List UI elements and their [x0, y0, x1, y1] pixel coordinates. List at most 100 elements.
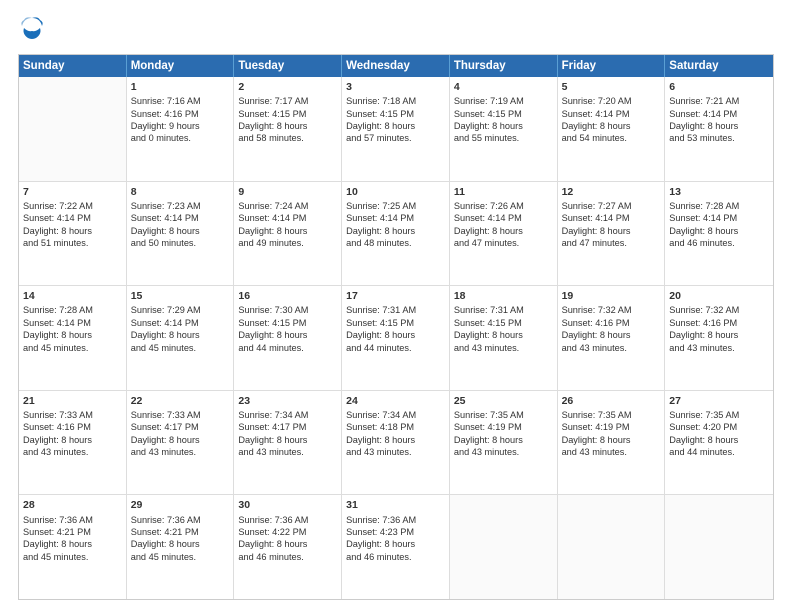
cell-date-number: 1 — [131, 80, 230, 94]
cell-info-line: Daylight: 8 hours — [131, 329, 230, 341]
cell-info-line: and 45 minutes. — [23, 342, 122, 354]
cell-info-line: Sunrise: 7:34 AM — [346, 409, 445, 421]
cell-info-line: Sunrise: 7:25 AM — [346, 200, 445, 212]
cell-info-line: and 43 minutes. — [562, 342, 661, 354]
cell-info-line: Sunset: 4:15 PM — [346, 317, 445, 329]
cell-info-line: Daylight: 8 hours — [454, 120, 553, 132]
cell-info-line: and 43 minutes. — [131, 446, 230, 458]
cell-info-line: Daylight: 8 hours — [669, 329, 769, 341]
cell-info-line: Sunrise: 7:28 AM — [23, 304, 122, 316]
calendar: SundayMondayTuesdayWednesdayThursdayFrid… — [18, 54, 774, 600]
cell-info-line: Daylight: 8 hours — [238, 329, 337, 341]
cell-date-number: 26 — [562, 394, 661, 408]
cell-info-line: Daylight: 8 hours — [669, 120, 769, 132]
cell-date-number: 11 — [454, 185, 553, 199]
cell-info-line: Sunset: 4:14 PM — [131, 317, 230, 329]
cell-info-line: Daylight: 8 hours — [562, 329, 661, 341]
cell-date-number: 15 — [131, 289, 230, 303]
cell-info-line: Sunrise: 7:22 AM — [23, 200, 122, 212]
cell-info-line: Sunset: 4:14 PM — [346, 212, 445, 224]
cell-date-number: 20 — [669, 289, 769, 303]
cell-date-number: 10 — [346, 185, 445, 199]
cell-info-line: Daylight: 9 hours — [131, 120, 230, 132]
cell-date-number: 30 — [238, 498, 337, 512]
calendar-cell: 21Sunrise: 7:33 AMSunset: 4:16 PMDayligh… — [19, 391, 127, 495]
cell-info-line: and 46 minutes. — [238, 551, 337, 563]
cell-info-line: and 43 minutes. — [454, 446, 553, 458]
cell-info-line: Sunset: 4:22 PM — [238, 526, 337, 538]
cell-info-line: Daylight: 8 hours — [238, 120, 337, 132]
calendar-cell: 12Sunrise: 7:27 AMSunset: 4:14 PMDayligh… — [558, 182, 666, 286]
cell-info-line: Daylight: 8 hours — [23, 434, 122, 446]
cell-info-line: Sunrise: 7:32 AM — [669, 304, 769, 316]
cell-info-line: Daylight: 8 hours — [346, 120, 445, 132]
cell-info-line: and 57 minutes. — [346, 132, 445, 144]
cell-info-line: and 44 minutes. — [346, 342, 445, 354]
cell-info-line: Sunrise: 7:36 AM — [238, 514, 337, 526]
cell-info-line: Sunrise: 7:16 AM — [131, 95, 230, 107]
calendar-cell: 8Sunrise: 7:23 AMSunset: 4:14 PMDaylight… — [127, 182, 235, 286]
cell-info-line: and 53 minutes. — [669, 132, 769, 144]
calendar-cell: 29Sunrise: 7:36 AMSunset: 4:21 PMDayligh… — [127, 495, 235, 599]
calendar-week-4: 21Sunrise: 7:33 AMSunset: 4:16 PMDayligh… — [19, 390, 773, 495]
cell-info-line: Sunrise: 7:20 AM — [562, 95, 661, 107]
calendar-week-3: 14Sunrise: 7:28 AMSunset: 4:14 PMDayligh… — [19, 285, 773, 390]
calendar-cell: 25Sunrise: 7:35 AMSunset: 4:19 PMDayligh… — [450, 391, 558, 495]
cell-info-line: and 46 minutes. — [346, 551, 445, 563]
cell-date-number: 17 — [346, 289, 445, 303]
cell-info-line: Sunrise: 7:24 AM — [238, 200, 337, 212]
cell-info-line: Sunrise: 7:18 AM — [346, 95, 445, 107]
cell-info-line: and 54 minutes. — [562, 132, 661, 144]
cell-info-line: and 43 minutes. — [346, 446, 445, 458]
cell-info-line: Daylight: 8 hours — [131, 538, 230, 550]
cell-info-line: Sunset: 4:21 PM — [131, 526, 230, 538]
logo — [18, 16, 48, 44]
cell-date-number: 12 — [562, 185, 661, 199]
cell-info-line: Sunrise: 7:21 AM — [669, 95, 769, 107]
calendar-cell: 13Sunrise: 7:28 AMSunset: 4:14 PMDayligh… — [665, 182, 773, 286]
calendar-week-5: 28Sunrise: 7:36 AMSunset: 4:21 PMDayligh… — [19, 494, 773, 599]
cell-info-line: Daylight: 8 hours — [131, 225, 230, 237]
cell-info-line: and 45 minutes. — [131, 342, 230, 354]
cell-info-line: Sunset: 4:17 PM — [238, 421, 337, 433]
calendar-cell: 9Sunrise: 7:24 AMSunset: 4:14 PMDaylight… — [234, 182, 342, 286]
cell-info-line: Sunset: 4:16 PM — [562, 317, 661, 329]
cell-info-line: Sunrise: 7:33 AM — [23, 409, 122, 421]
cell-info-line: and 43 minutes. — [562, 446, 661, 458]
cell-info-line: Sunrise: 7:30 AM — [238, 304, 337, 316]
cell-info-line: Sunset: 4:14 PM — [131, 212, 230, 224]
cell-date-number: 8 — [131, 185, 230, 199]
cell-info-line: Daylight: 8 hours — [238, 434, 337, 446]
day-header-monday: Monday — [127, 55, 235, 77]
cell-info-line: Sunrise: 7:23 AM — [131, 200, 230, 212]
cell-date-number: 29 — [131, 498, 230, 512]
calendar-week-2: 7Sunrise: 7:22 AMSunset: 4:14 PMDaylight… — [19, 181, 773, 286]
header — [18, 16, 774, 44]
cell-info-line: Daylight: 8 hours — [238, 538, 337, 550]
cell-info-line: Sunrise: 7:17 AM — [238, 95, 337, 107]
calendar-cell: 24Sunrise: 7:34 AMSunset: 4:18 PMDayligh… — [342, 391, 450, 495]
cell-info-line: and 43 minutes. — [23, 446, 122, 458]
cell-date-number: 16 — [238, 289, 337, 303]
calendar-cell: 30 Sunrise: 7:36 AMSunset: 4:22 PMDayligh… — [234, 495, 342, 599]
cell-info-line: Daylight: 8 hours — [454, 434, 553, 446]
cell-info-line: Sunset: 4:14 PM — [669, 108, 769, 120]
cell-date-number: 23 — [238, 394, 337, 408]
cell-date-number: 19 — [562, 289, 661, 303]
cell-info-line: Sunset: 4:17 PM — [131, 421, 230, 433]
calendar-cell — [450, 495, 558, 599]
day-header-tuesday: Tuesday — [234, 55, 342, 77]
calendar-cell: 14Sunrise: 7:28 AMSunset: 4:14 PMDayligh… — [19, 286, 127, 390]
cell-info-line: Daylight: 8 hours — [562, 225, 661, 237]
cell-info-line: and 49 minutes. — [238, 237, 337, 249]
cell-info-line: and 55 minutes. — [454, 132, 553, 144]
calendar-cell: 1Sunrise: 7:16 AMSunset: 4:16 PMDaylight… — [127, 77, 235, 181]
cell-info-line: Sunrise: 7:32 AM — [562, 304, 661, 316]
cell-info-line: and 50 minutes. — [131, 237, 230, 249]
cell-info-line: Sunset: 4:23 PM — [346, 526, 445, 538]
cell-info-line: Daylight: 8 hours — [23, 538, 122, 550]
cell-info-line: Sunset: 4:14 PM — [23, 212, 122, 224]
cell-info-line: Daylight: 8 hours — [23, 329, 122, 341]
cell-info-line: Sunrise: 7:31 AM — [454, 304, 553, 316]
calendar-cell: 16Sunrise: 7:30 AMSunset: 4:15 PMDayligh… — [234, 286, 342, 390]
